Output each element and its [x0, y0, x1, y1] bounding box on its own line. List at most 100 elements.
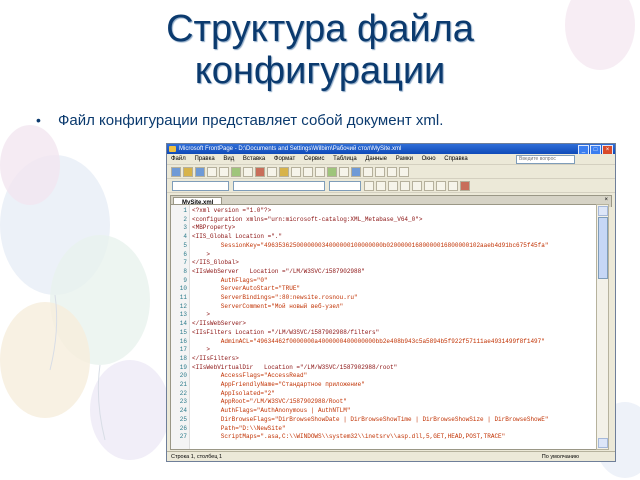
italic-icon[interactable] [376, 181, 386, 191]
line-number: 16 [179, 337, 187, 345]
menu-help[interactable]: Справка [444, 154, 468, 164]
code-text: AppIsolated="2" [192, 389, 275, 397]
formatting-toolbar [167, 179, 615, 193]
refresh-icon[interactable] [363, 167, 373, 177]
code-text: DirBrowseFlags="DirBrowseShowDate | DirB… [192, 415, 549, 423]
line-number: 12 [179, 302, 187, 310]
code-text: AppFriendlyName="Стандартное приложение" [192, 381, 365, 388]
line-number: 26 [179, 424, 187, 432]
code-text: AccessFlags="AccessRead" [192, 372, 308, 380]
code-text: Path="D:\\NewSite" [192, 424, 286, 432]
menu-view[interactable]: Вид [223, 154, 234, 164]
bullet-dot-icon: • [36, 112, 41, 128]
scroll-down-icon[interactable] [598, 438, 608, 448]
line-number: 17 [179, 346, 187, 354]
scroll-thumb[interactable] [598, 217, 608, 279]
menu-tools[interactable]: Сервис [304, 154, 325, 164]
code-text: AuthFlags="AuthAnonymous | AuthNTLM" [192, 407, 351, 415]
code-text: <configuration xmlns="urn:microsoft-cata… [192, 215, 423, 223]
numbering-icon[interactable] [436, 181, 446, 191]
line-number: 25 [179, 415, 187, 423]
align-right-icon[interactable] [424, 181, 434, 191]
code-text: <IIsFilters Location ="/LM/W3SVC/1587902… [192, 328, 380, 336]
window-title: Microsoft FrontPage - D:\Documents and S… [179, 146, 402, 152]
code-text: <MBProperty> [192, 224, 236, 232]
align-center-icon[interactable] [412, 181, 422, 191]
open-icon[interactable] [183, 167, 193, 177]
bullets-icon[interactable] [448, 181, 458, 191]
line-number: 4 [183, 233, 187, 241]
status-position: Строка 1, столбец 1 [171, 454, 223, 460]
format-painter-icon[interactable] [291, 167, 301, 177]
menu-frames[interactable]: Рамки [396, 154, 413, 164]
print-icon[interactable] [219, 167, 229, 177]
scroll-up-icon[interactable] [598, 206, 608, 216]
menu-window[interactable]: Окно [422, 154, 436, 164]
menu-file[interactable]: Файл [171, 154, 186, 164]
line-number: 11 [179, 294, 187, 301]
hyperlink-icon[interactable] [351, 167, 361, 177]
style-select[interactable] [172, 181, 229, 191]
save-icon[interactable] [195, 167, 205, 177]
close-tab-icon[interactable]: × [604, 197, 608, 203]
status-bar: Строка 1, столбец 1 По умолчанию [167, 451, 615, 461]
menu-table[interactable]: Таблица [333, 154, 357, 164]
line-number: 5 [183, 241, 187, 249]
code-text: > [192, 346, 211, 354]
line-number: 6 [183, 250, 187, 258]
bold-icon[interactable] [364, 181, 374, 191]
line-number: 14 [179, 320, 187, 328]
align-left-icon[interactable] [400, 181, 410, 191]
line-number: 24 [179, 407, 187, 415]
bullet-text: Файл конфигурации представляет собой док… [58, 112, 444, 129]
line-number: 21 [179, 381, 187, 388]
spelling-icon[interactable] [243, 167, 253, 177]
code-editor[interactable]: 1 <?xml version ="1.0"?> 2 <configuration x… [170, 204, 597, 450]
insert-picture-icon[interactable] [339, 167, 349, 177]
line-number: 1 [183, 207, 187, 214]
help-icon[interactable] [399, 167, 409, 177]
paste-icon[interactable] [279, 167, 289, 177]
bullet-item: • Файл конфигурации представляет собой до… [36, 112, 626, 129]
line-number: 8 [183, 267, 187, 275]
copy-icon[interactable] [267, 167, 277, 177]
show-all-icon[interactable] [387, 167, 397, 177]
vertical-scrollbar[interactable] [596, 204, 609, 450]
code-text: AppRoot="/LM/W3SVC/1587902988/Root" [192, 398, 347, 406]
publish-icon[interactable] [207, 167, 217, 177]
redo-icon[interactable] [315, 167, 325, 177]
font-color-icon[interactable] [460, 181, 470, 191]
insert-table-icon[interactable] [327, 167, 337, 177]
status-mode: По умолчанию [541, 454, 579, 460]
code-text: </IIsWebServer> [192, 320, 247, 328]
font-select[interactable] [233, 181, 325, 191]
code-text: ScriptMaps=".asa,C:\\WINDOWS\\system32\\… [192, 433, 506, 441]
line-number: 15 [179, 328, 187, 336]
font-size-select[interactable] [329, 181, 361, 191]
line-number: 9 [183, 276, 187, 284]
line-number: 22 [179, 389, 187, 397]
code-text: <IIsWebServer Location ="/LM/W3SVC/15879… [192, 267, 365, 275]
menu-data[interactable]: Данные [365, 154, 387, 164]
slide-title-line2: конфигурации [194, 50, 446, 92]
code-text: <?xml version ="1.0"?> [192, 207, 272, 214]
undo-icon[interactable] [303, 167, 313, 177]
code-text: ServerComment="Мой новый веб-узел" [192, 302, 344, 310]
line-number: 19 [179, 363, 187, 371]
help-question-input[interactable]: Введите вопрос [516, 155, 575, 164]
menu-format[interactable]: Формат [274, 154, 295, 164]
code-text: </IIS_Global> [192, 259, 239, 267]
preview-icon[interactable] [231, 167, 241, 177]
stop-icon[interactable] [375, 167, 385, 177]
code-text: > [192, 311, 211, 319]
menu-edit[interactable]: Правка [194, 154, 214, 164]
menu-bar: Файл Правка Вид Вставка Формат Сервис Та… [167, 154, 615, 165]
code-text: SessionKey="4963536250000000340000001000… [192, 241, 549, 249]
underline-icon[interactable] [388, 181, 398, 191]
code-text: <IIsWebVirtualDir Location ="/LM/W3SVC/1… [192, 363, 398, 371]
new-page-icon[interactable] [171, 167, 181, 177]
cut-icon[interactable] [255, 167, 265, 177]
line-number: 27 [179, 433, 187, 441]
window-titlebar[interactable]: Microsoft FrontPage - D:\Documents and S… [167, 144, 615, 155]
menu-insert[interactable]: Вставка [243, 154, 265, 164]
